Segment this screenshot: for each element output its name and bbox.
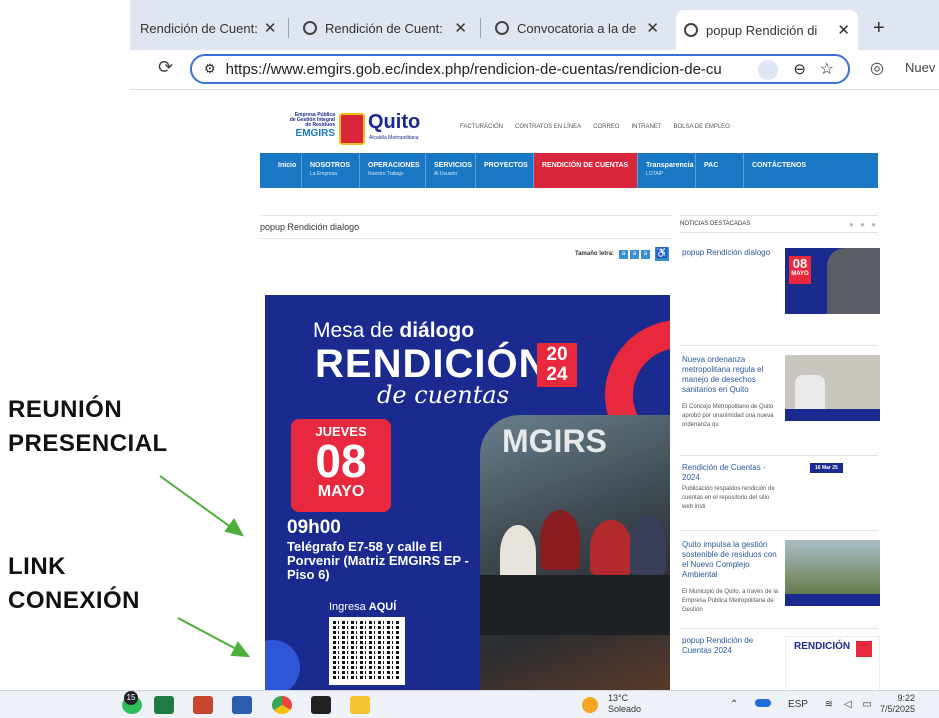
volume-icon[interactable]: ◁	[844, 699, 852, 710]
wifi-icon[interactable]: ≋	[825, 699, 833, 710]
system-tray: ⌃ ESP ≋ ◁ ▭	[730, 699, 872, 710]
excel-icon[interactable]	[154, 696, 174, 714]
chevron-up-icon[interactable]: ⌃	[730, 699, 738, 710]
language-indicator[interactable]: ESP	[788, 699, 808, 710]
arrow-icon	[177, 617, 251, 658]
file-explorer-icon[interactable]	[350, 696, 370, 714]
app-icon[interactable]	[193, 696, 213, 714]
chrome-icon[interactable]	[272, 696, 292, 714]
cloud-icon[interactable]	[755, 699, 772, 707]
sun-icon	[582, 697, 598, 713]
clock[interactable]: 9:22 7/5/2025	[880, 693, 915, 715]
annotation-arrows	[159, 475, 251, 658]
notification-badge: 15	[124, 691, 138, 705]
taskbar: 15 13°C Soleado ⌃ ESP ≋ ◁ ▭ 9:22 7/5/202…	[0, 690, 939, 718]
battery-icon[interactable]: ▭	[862, 699, 871, 710]
app-icon[interactable]	[311, 696, 331, 714]
weather-widget[interactable]: 13°C Soleado	[608, 693, 641, 715]
arrow-icon	[159, 475, 244, 537]
word-icon[interactable]	[232, 696, 252, 714]
